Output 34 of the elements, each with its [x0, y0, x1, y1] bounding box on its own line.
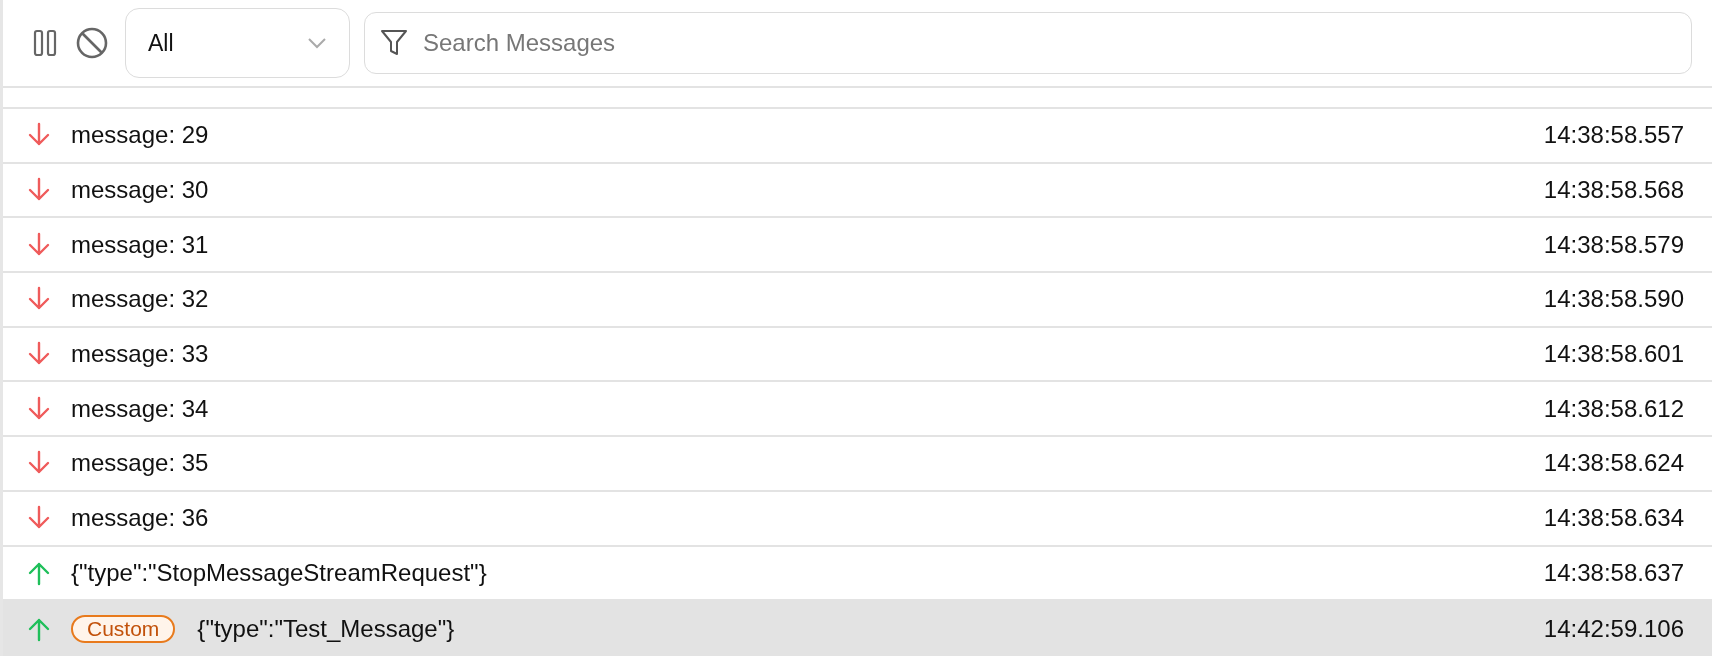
search-field[interactable]: Search Messages	[364, 12, 1692, 74]
timestamp: 14:38:58.624	[1543, 448, 1684, 479]
message-row[interactable]: message: 31 14:38:58.579	[3, 218, 1712, 274]
message-text: message: 34	[71, 393, 209, 424]
message-row[interactable]: message: 35 14:38:58.624	[3, 437, 1712, 492]
message-text: {"type":"StopMessageStreamRequest"}	[71, 557, 487, 588]
timestamp: 14:38:58.637	[1543, 557, 1684, 588]
message-row[interactable]: message: 30 14:38:58.568	[3, 163, 1712, 219]
message-row[interactable]: message: 29 14:38:58.557	[3, 109, 1712, 164]
message-row[interactable]: message: 36 14:38:58.634	[3, 491, 1712, 547]
message-text: message: 32	[71, 284, 209, 315]
filter-icon	[380, 28, 408, 58]
message-text: message: 31	[71, 229, 209, 260]
tag: Custom	[71, 614, 176, 643]
timestamp: 14:38:58.601	[1543, 339, 1684, 370]
message-row[interactable]: message: 34 14:38:58.612	[3, 382, 1712, 438]
message-row[interactable]: message: 32 14:38:58.590	[3, 273, 1712, 328]
message-text: message: 33	[71, 339, 209, 370]
message-text: message: 30	[71, 175, 209, 206]
timestamp: 14:38:58.568	[1543, 175, 1684, 206]
message-text: {"type":"Test_Message"}	[197, 613, 455, 644]
timestamp: 14:38:58.634	[1543, 503, 1684, 534]
message-text: message: 36	[71, 503, 209, 534]
timestamp: 14:38:58.612	[1543, 393, 1684, 424]
timestamp: 14:42:59.106	[1543, 613, 1684, 644]
message-text: message: 29	[71, 120, 209, 151]
message-row[interactable]: Custom {"type":"Test_Message"} 14:42:59.106	[3, 601, 1712, 656]
filter-dropdown[interactable]: All	[125, 8, 350, 78]
timestamp: 14:38:58.590	[1543, 284, 1684, 315]
chevron-icon	[307, 37, 327, 49]
message-text: message: 35	[71, 448, 209, 479]
timestamp: 14:38:58.579	[1543, 229, 1684, 260]
message-row[interactable]: message: 33 14:38:58.601	[3, 327, 1712, 383]
timestamp: 14:38:58.557	[1543, 120, 1684, 151]
